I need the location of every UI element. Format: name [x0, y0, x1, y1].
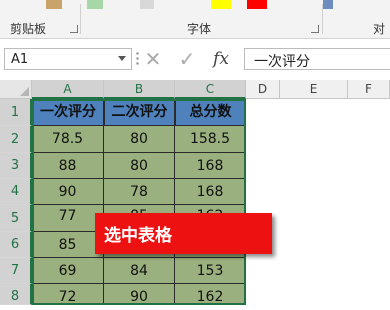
column-header-f[interactable]: F	[348, 80, 390, 99]
table-header-cell[interactable]: 总分数	[175, 99, 246, 126]
drag-handle-icon[interactable]	[136, 51, 139, 67]
column-header-c[interactable]: C	[175, 80, 246, 99]
table-cell[interactable]: 153	[175, 258, 246, 284]
callout-text: 选中表格	[104, 226, 172, 246]
table-cell[interactable]: 80	[104, 153, 175, 179]
ribbon-separator	[322, 4, 323, 34]
name-box[interactable]: A1	[4, 48, 132, 70]
column-header-a[interactable]: A	[32, 80, 104, 99]
worksheet-grid: A B C D E F 1 2 3 4 5 6 7 8 一次评分 二次评分 总分…	[0, 80, 390, 305]
table-cell[interactable]: 85	[32, 232, 104, 258]
border-icon[interactable]	[140, 0, 154, 9]
align-icon[interactable]	[323, 0, 333, 9]
column-header-d[interactable]: D	[246, 80, 280, 99]
row-header-5[interactable]: 5	[0, 205, 32, 232]
fill-color-icon[interactable]	[211, 0, 231, 9]
callout-banner: 选中表格	[95, 213, 272, 254]
font-color-icon[interactable]	[247, 0, 267, 9]
table-cell[interactable]: 77	[32, 205, 104, 232]
table-cell[interactable]: 78	[104, 179, 175, 205]
row-header-7[interactable]: 7	[0, 258, 32, 284]
row-header-2[interactable]: 2	[0, 126, 32, 153]
select-all-button[interactable]	[0, 80, 32, 99]
table-header-cell[interactable]: 一次评分	[32, 99, 104, 126]
table-cell[interactable]: 90	[32, 179, 104, 205]
format-painter-icon[interactable]	[46, 0, 62, 9]
table-cell[interactable]: 90	[104, 284, 175, 305]
column-header-b[interactable]: B	[104, 80, 175, 99]
bold-button-icon[interactable]	[87, 0, 103, 9]
insert-function-button[interactable]: fx	[209, 48, 233, 70]
table-cell[interactable]: 158.5	[175, 126, 246, 153]
formula-input[interactable]: 一次评分	[244, 48, 390, 70]
close-icon[interactable]: ✕	[141, 48, 165, 70]
ribbon: 剪贴板 字体 对齐	[0, 0, 390, 53]
row-header-1[interactable]: 1	[0, 99, 32, 126]
ribbon-icons-row	[0, 0, 390, 12]
table-cell[interactable]: 78.5	[32, 126, 104, 153]
formula-text: 一次评分	[254, 54, 310, 70]
check-icon[interactable]: ✓	[175, 48, 199, 70]
formula-bar: A1 ✕ ✓ fx 一次评分	[0, 39, 390, 79]
table-cell[interactable]: 84	[104, 258, 175, 284]
table-cell[interactable]: 168	[175, 179, 246, 205]
table-cell[interactable]: 69	[32, 258, 104, 284]
table-cell[interactable]: 72	[32, 284, 104, 305]
ribbon-separator	[80, 4, 81, 34]
table-cell[interactable]: 88	[32, 153, 104, 179]
row-header-6[interactable]: 6	[0, 232, 32, 258]
table-cell[interactable]: 162	[175, 284, 246, 305]
table-header-cell[interactable]: 二次评分	[104, 99, 175, 126]
row-header-8[interactable]: 8	[0, 284, 32, 305]
table-cell[interactable]: 80	[104, 126, 175, 153]
group-label-clipboard: 剪贴板	[10, 22, 47, 36]
row-header-3[interactable]: 3	[0, 153, 32, 179]
group-label-font: 字体	[187, 22, 212, 36]
font-launcher-icon[interactable]	[311, 25, 319, 33]
chevron-down-icon[interactable]	[118, 56, 126, 61]
name-box-value: A1	[11, 52, 29, 67]
column-header-e[interactable]: E	[280, 80, 348, 99]
table-cell[interactable]: 168	[175, 153, 246, 179]
row-header-4[interactable]: 4	[0, 179, 32, 205]
clipboard-launcher-icon[interactable]	[70, 25, 78, 33]
